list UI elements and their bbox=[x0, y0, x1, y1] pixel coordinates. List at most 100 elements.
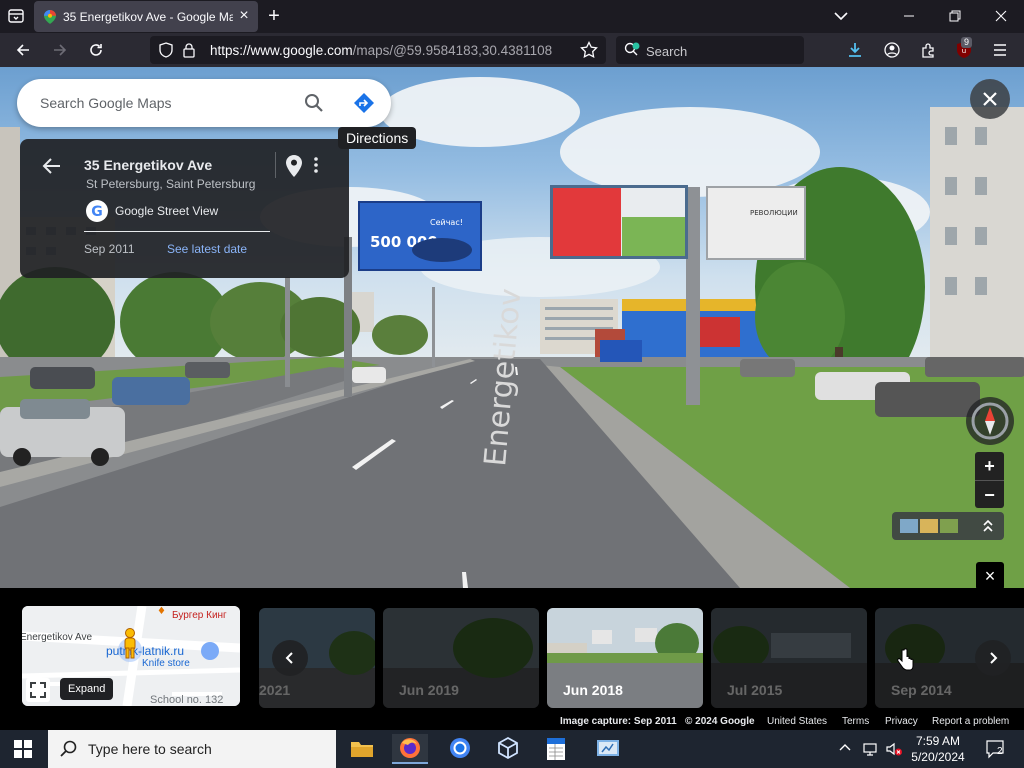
directions-tooltip: Directions bbox=[338, 127, 417, 149]
pegman-icon[interactable] bbox=[120, 628, 140, 665]
forward-button[interactable] bbox=[48, 38, 72, 62]
show-hidden-icons-chevron-icon[interactable] bbox=[838, 741, 852, 760]
extensions-icon[interactable] bbox=[916, 38, 940, 62]
minimap-poi-label: Бургер Кинг bbox=[172, 610, 227, 621]
google-logo-icon: G bbox=[86, 200, 108, 227]
chevron-up-icon[interactable] bbox=[982, 518, 994, 539]
filmstrip-next-button[interactable] bbox=[975, 640, 1011, 676]
more-options-icon[interactable] bbox=[312, 156, 320, 179]
search-icon[interactable] bbox=[304, 93, 324, 118]
imagery-source: Google Street View bbox=[115, 204, 219, 218]
layer-thumbnail[interactable] bbox=[940, 519, 958, 533]
control-panel-icon[interactable] bbox=[590, 734, 626, 764]
imagery-layers-control[interactable] bbox=[892, 512, 1004, 540]
system-clock[interactable]: 7:59 AM 5/20/2024 bbox=[906, 733, 970, 765]
compass-icon[interactable] bbox=[966, 397, 1014, 445]
svg-text:u: u bbox=[962, 47, 966, 55]
google-maps-favicon-icon bbox=[44, 10, 56, 24]
minimize-button[interactable] bbox=[897, 4, 921, 28]
new-tab-button[interactable]: + bbox=[264, 6, 284, 26]
chrome-icon[interactable] bbox=[442, 734, 478, 764]
app-menu-icon[interactable] bbox=[988, 38, 1012, 62]
navigation-toolbar: https://www.google.com/maps/@59.9584183,… bbox=[0, 33, 1024, 67]
image-capture-date: Image capture: Sep 2011 bbox=[560, 716, 677, 727]
layer-thumbnail[interactable] bbox=[900, 519, 918, 533]
url-text: https://www.google.com/maps/@59.9584183,… bbox=[210, 43, 553, 58]
report-problem-link[interactable]: Report a problem bbox=[932, 716, 1009, 727]
svg-text:♦: ♦ bbox=[157, 606, 166, 617]
country-link[interactable]: United States bbox=[767, 716, 827, 727]
tab-list-button[interactable] bbox=[6, 6, 26, 26]
layer-thumbnail[interactable] bbox=[920, 519, 938, 533]
mouse-cursor-hand-icon bbox=[896, 648, 914, 677]
downloads-icon[interactable] bbox=[843, 38, 867, 62]
minimap-poi-label: Knife store bbox=[142, 658, 190, 669]
lock-icon[interactable] bbox=[182, 42, 196, 63]
url-bar[interactable]: https://www.google.com/maps/@59.9584183,… bbox=[150, 36, 606, 64]
maps-search-placeholder: Search Google Maps bbox=[40, 95, 172, 111]
close-window-button[interactable] bbox=[989, 4, 1013, 28]
filmstrip-previous-button[interactable] bbox=[272, 640, 308, 676]
time-travel-filmstrip: × ♦ Energetikov Ave Бургер Кинг putnik-l… bbox=[0, 562, 1024, 730]
maps-footer: Image capture: Sep 2011 © 2024 Google Un… bbox=[0, 714, 1024, 730]
maps-search-box[interactable]: Search Google Maps bbox=[17, 79, 391, 127]
directions-icon[interactable] bbox=[353, 92, 375, 119]
tracking-protection-shield-icon[interactable] bbox=[158, 42, 174, 63]
zoom-out-button[interactable]: − bbox=[975, 480, 1004, 508]
divider bbox=[84, 231, 270, 232]
capture-date[interactable]: Sep 2011 bbox=[84, 242, 135, 256]
expand-tooltip: Expand bbox=[60, 678, 114, 700]
expand-map-icon[interactable] bbox=[26, 678, 50, 702]
terms-link[interactable]: Terms bbox=[842, 716, 869, 727]
network-icon[interactable] bbox=[862, 741, 878, 762]
search-bar-placeholder: Search bbox=[646, 44, 688, 59]
windows-taskbar: Type here to search 7:59 AM 5/20/2024 2 bbox=[0, 730, 1024, 768]
history-thumbnail-selected[interactable]: Jun 2018 bbox=[547, 608, 703, 708]
csv-app-icon[interactable] bbox=[538, 734, 574, 764]
clock-time: 7:59 AM bbox=[915, 734, 961, 748]
windows-start-icon[interactable] bbox=[14, 740, 32, 763]
volume-muted-icon[interactable] bbox=[885, 741, 903, 762]
mini-map[interactable]: ♦ Energetikov Ave Бургер Кинг putnik-lat… bbox=[22, 606, 240, 706]
address-city: St Petersburg, Saint Petersburg bbox=[86, 177, 256, 191]
billboard-subtext: Сейчас! bbox=[430, 218, 463, 227]
close-street-view-button[interactable] bbox=[970, 79, 1010, 119]
zoom-control: + − bbox=[975, 452, 1004, 508]
file-explorer-icon[interactable] bbox=[344, 734, 380, 764]
reload-button[interactable] bbox=[84, 38, 108, 62]
road-sign-text: РЕВОЛЮЦИИ bbox=[750, 209, 798, 217]
minimap-street-label: Energetikov Ave bbox=[22, 632, 93, 643]
browser-tab[interactable]: 35 Energetikov Ave - Google Maps × bbox=[34, 1, 258, 32]
clock-date: 5/20/2024 bbox=[911, 750, 965, 764]
history-thumbnail[interactable]: Jul 2015 bbox=[711, 608, 867, 708]
privacy-link[interactable]: Privacy bbox=[885, 716, 918, 727]
tab-strip: 35 Energetikov Ave - Google Maps × + bbox=[0, 0, 1024, 33]
map-pin-icon[interactable] bbox=[286, 155, 302, 182]
search-engine-icon bbox=[624, 42, 642, 63]
minimap-poi-label: putnik-latnik.ru bbox=[106, 644, 185, 658]
search-bar[interactable]: Search bbox=[616, 36, 804, 64]
back-button[interactable] bbox=[11, 38, 35, 62]
zoom-in-button[interactable]: + bbox=[975, 452, 1004, 480]
back-arrow-icon[interactable] bbox=[42, 157, 62, 180]
bookmark-star-icon[interactable] bbox=[580, 41, 598, 64]
copyright: © 2024 Google bbox=[685, 716, 755, 727]
3d-viewer-icon[interactable] bbox=[490, 734, 526, 764]
firefox-icon[interactable] bbox=[392, 734, 428, 764]
tab-title: 35 Energetikov Ave - Google Maps bbox=[63, 10, 233, 24]
close-filmstrip-button[interactable]: × bbox=[976, 562, 1004, 590]
see-latest-date-link[interactable]: See latest date bbox=[167, 242, 247, 256]
address-title: 35 Energetikov Ave bbox=[84, 157, 213, 173]
account-icon[interactable] bbox=[880, 38, 904, 62]
search-icon bbox=[60, 740, 78, 763]
taskbar-search-box[interactable]: Type here to search bbox=[48, 730, 336, 768]
tab-close-icon[interactable]: × bbox=[236, 8, 252, 24]
divider bbox=[275, 152, 276, 178]
list-all-tabs-icon[interactable] bbox=[829, 4, 853, 28]
history-thumbnail[interactable]: Jun 2019 bbox=[383, 608, 539, 708]
location-info-card: 35 Energetikov Ave St Petersburg, Saint … bbox=[20, 139, 349, 278]
notifications-icon[interactable]: 2 bbox=[984, 738, 1006, 765]
svg-text:G: G bbox=[91, 204, 103, 220]
restore-button[interactable] bbox=[943, 4, 967, 28]
extension-badge: 9 bbox=[961, 37, 973, 48]
